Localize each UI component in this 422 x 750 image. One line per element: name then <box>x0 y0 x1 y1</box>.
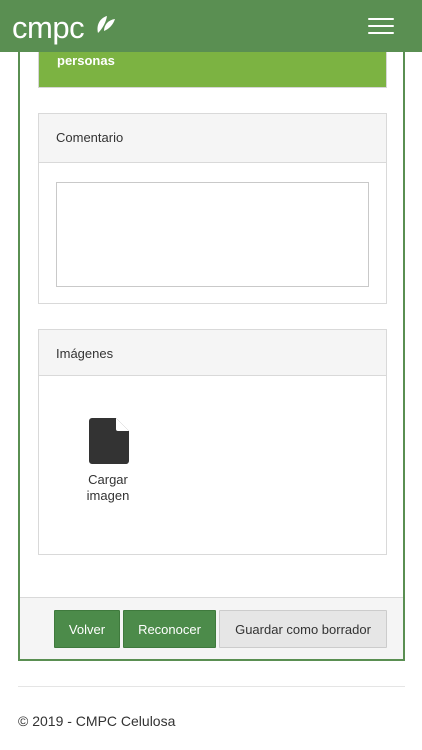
file-icon <box>89 418 129 464</box>
images-panel-title: Imágenes <box>39 330 386 376</box>
logo-text: cmpc <box>12 10 85 45</box>
leaf-icon <box>97 16 115 33</box>
upload-image-label: Cargar imagen <box>86 472 130 503</box>
acknowledge-button[interactable]: Reconocer <box>123 610 216 648</box>
form-card: personas Comentario Imágenes Cargar imag… <box>18 30 405 661</box>
back-button[interactable]: Volver <box>54 610 120 648</box>
comment-panel-title: Comentario <box>39 114 386 163</box>
save-draft-button[interactable]: Guardar como borrador <box>219 610 387 648</box>
comment-panel: Comentario <box>38 113 387 304</box>
copyright-text: © 2019 - CMPC Celulosa <box>18 713 176 729</box>
alert-text: personas <box>57 53 115 68</box>
footer-divider <box>18 686 405 687</box>
hamburger-menu-icon[interactable] <box>368 16 394 36</box>
cmpc-logo[interactable]: cmpc <box>12 10 115 46</box>
images-panel: Imágenes Cargar imagen <box>38 329 387 555</box>
form-actions-bar: Volver Reconocer Guardar como borrador <box>20 597 403 659</box>
top-navbar: cmpc <box>0 0 422 52</box>
comment-textarea[interactable] <box>56 182 369 287</box>
upload-image-button[interactable]: Cargar imagen <box>75 418 141 514</box>
